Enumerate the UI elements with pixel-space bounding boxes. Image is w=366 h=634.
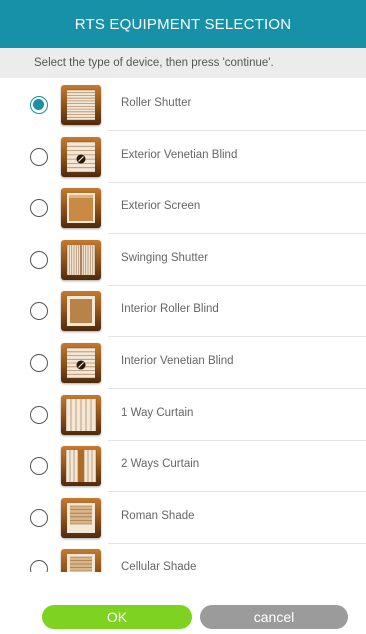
- device-list[interactable]: Roller Shutter Exterior Venetian Blind Ext…: [0, 78, 366, 572]
- instruction-text: Select the type of device, then press 'c…: [34, 57, 274, 69]
- cancel-button-label: cancel: [253, 609, 295, 625]
- ok-button-label: OK: [106, 609, 128, 625]
- device-radio-button[interactable]: [30, 508, 48, 527]
- two-ways-curtain-icon: [61, 446, 101, 487]
- device-label: Roman Shade: [121, 509, 195, 522]
- interior-venetian-blind-icon: [61, 343, 101, 383]
- device-label: Roller Shutter: [121, 97, 192, 109]
- device-radio-button[interactable]: [30, 302, 48, 321]
- interior-roller-blind-icon: [61, 291, 101, 332]
- device-row[interactable]: Roman Shade: [0, 492, 366, 544]
- device-radio-button[interactable]: [30, 96, 48, 114]
- page-title: RTS EQUIPMENT SELECTION: [74, 15, 292, 33]
- device-row[interactable]: Interior Roller Blind: [0, 285, 366, 338]
- device-radio-button[interactable]: [30, 457, 48, 476]
- device-row[interactable]: Cellular Shade: [0, 543, 366, 572]
- device-row[interactable]: Roller Shutter: [0, 79, 366, 131]
- swinging-shutter-icon: [61, 239, 101, 280]
- device-label: Interior Venetian Blind: [121, 355, 234, 367]
- device-label: Cellular Shade: [121, 561, 197, 572]
- device-row[interactable]: Exterior Screen: [0, 182, 366, 235]
- device-row[interactable]: Exterior Venetian Blind: [0, 131, 366, 183]
- exterior-venetian-blind-icon: [61, 136, 101, 177]
- device-label: 1 Way Curtain: [121, 406, 194, 419]
- device-radio-button[interactable]: [30, 147, 48, 166]
- device-row[interactable]: Swinging Shutter: [0, 234, 366, 286]
- device-label: Exterior Venetian Blind: [121, 148, 238, 161]
- device-label: Swinging Shutter: [121, 251, 208, 264]
- header-bar: RTS EQUIPMENT SELECTION: [0, 0, 366, 48]
- instruction-bar: Select the type of device, then press 'c…: [0, 48, 366, 78]
- device-label: 2 Ways Curtain: [121, 458, 200, 471]
- device-radio-button[interactable]: [30, 199, 48, 218]
- cellular-shade-icon: [61, 549, 101, 572]
- device-radio-button[interactable]: [30, 354, 48, 372]
- equipment-selection-screen: RTS EQUIPMENT SELECTION Select the type …: [0, 0, 366, 634]
- roman-shade-icon: [61, 497, 101, 538]
- device-row[interactable]: 1 Way Curtain: [0, 389, 366, 441]
- device-radio-button[interactable]: [30, 560, 48, 572]
- device-label: Interior Roller Blind: [121, 303, 219, 316]
- one-way-curtain-icon: [61, 394, 101, 435]
- device-row[interactable]: Interior Venetian Blind: [0, 337, 366, 389]
- device-label: Exterior Screen: [121, 200, 201, 213]
- ok-button[interactable]: OK: [42, 605, 192, 629]
- device-row[interactable]: 2 Ways Curtain: [0, 440, 366, 493]
- device-radio-button[interactable]: [30, 250, 48, 269]
- device-radio-button[interactable]: [30, 405, 48, 424]
- exterior-screen-icon: [61, 188, 101, 229]
- roller-shutter-icon: [61, 85, 101, 125]
- cancel-button[interactable]: cancel: [200, 605, 348, 629]
